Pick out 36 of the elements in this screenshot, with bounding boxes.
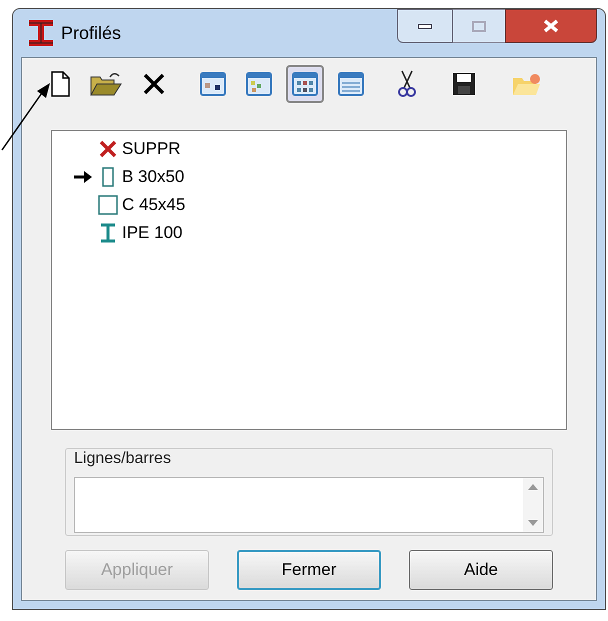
i-beam-icon — [100, 223, 116, 243]
profile-label: B 30x50 — [122, 166, 184, 188]
square-icon — [98, 195, 118, 215]
dialog-button[interactable]: Fermer — [237, 550, 381, 590]
dialog-button[interactable]: Aide — [409, 550, 553, 590]
delete-icon — [142, 72, 166, 96]
minimize-button[interactable] — [397, 9, 453, 43]
view-icon — [246, 72, 272, 96]
minimize-icon — [418, 24, 432, 28]
maximize-button[interactable] — [453, 9, 505, 43]
profile-item[interactable]: IPE 100 — [52, 219, 566, 247]
profile-label: IPE 100 — [122, 222, 182, 244]
maximize-icon — [472, 20, 486, 32]
close-icon — [543, 19, 559, 33]
profile-item[interactable]: B 30x50 — [52, 163, 566, 191]
close-button[interactable] — [505, 9, 597, 43]
profile-item[interactable]: C 45x45 — [52, 191, 566, 219]
pointer-arrow — [0, 82, 52, 152]
scroll-down-icon — [528, 520, 538, 526]
open-folder-icon — [90, 71, 122, 97]
cross-icon — [98, 139, 118, 159]
new-document-icon — [50, 71, 70, 97]
folder-icon — [512, 71, 542, 97]
scissors-icon — [398, 70, 416, 98]
group-title: Lignes/barres — [74, 449, 172, 469]
profile-item[interactable]: SUPPR — [52, 135, 566, 163]
view-icon — [338, 72, 364, 96]
window-title: Profilés — [61, 22, 122, 44]
view-icon — [200, 72, 226, 96]
profile-label: SUPPR — [122, 138, 181, 160]
rectangle-icon — [102, 167, 114, 187]
scroll-up-icon — [528, 484, 538, 490]
view-icon — [292, 72, 318, 96]
scrollbar[interactable] — [523, 478, 543, 532]
i-beam-icon — [27, 19, 55, 47]
profile-label: C 45x45 — [122, 194, 186, 216]
